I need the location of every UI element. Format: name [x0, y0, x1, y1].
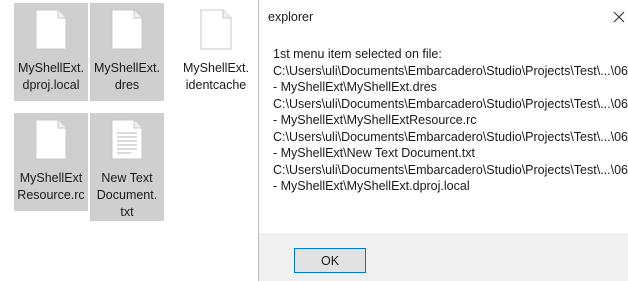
message-line: C:\Users\uli\Documents\Embarcadero\Studi… [273, 129, 628, 144]
message-line: - MyShellExt\MyShellExt.dproj.local [273, 179, 470, 193]
file-item-new-text-document[interactable]: New Text Document. txt [90, 113, 164, 221]
file-name: MyShellExt. dproj.local [18, 61, 84, 92]
message-line: C:\Users\uli\Documents\Embarcadero\Studi… [273, 96, 628, 111]
message-line: - MyShellExt\New Text Document.txt [273, 146, 475, 160]
file-item-myshellext-identcache[interactable]: MyShellExt. identcache [179, 3, 253, 101]
ok-button[interactable]: OK [294, 248, 366, 273]
file-item-myshellext-resource-rc[interactable]: MyShellExt Resource.rc [14, 113, 88, 211]
dialog-title: explorer [268, 10, 314, 24]
message-line: C:\Users\uli\Documents\Embarcadero\Studi… [273, 63, 628, 78]
message-line: - MyShellExt\MyShellExtResource.rc [273, 113, 477, 127]
file-name: New Text Document. txt [96, 171, 158, 219]
message-line: 1st menu item selected on file: [273, 47, 442, 61]
message-line: - MyShellExt\MyShellExt.dres [273, 80, 437, 94]
close-icon[interactable] [611, 9, 627, 25]
file-name: MyShellExt. identcache [183, 61, 249, 92]
file-item-myshellext-dproj-local[interactable]: MyShellExt. dproj.local [14, 3, 88, 101]
blank-file-icon [111, 9, 143, 50]
message-dialog: explorer 1st menu item selected on file:… [258, 0, 628, 281]
blank-file-icon [35, 9, 67, 50]
text-file-icon [111, 119, 143, 160]
dialog-message: 1st menu item selected on file: C:\Users… [273, 46, 628, 195]
file-name: MyShellExt. dres [94, 61, 160, 92]
file-item-myshellext-dres[interactable]: MyShellExt. dres [90, 3, 164, 101]
blank-file-icon [35, 119, 67, 160]
message-line: C:\Users\uli\Documents\Embarcadero\Studi… [273, 162, 628, 177]
blank-file-icon [200, 9, 232, 50]
file-name: MyShellExt Resource.rc [17, 171, 85, 202]
